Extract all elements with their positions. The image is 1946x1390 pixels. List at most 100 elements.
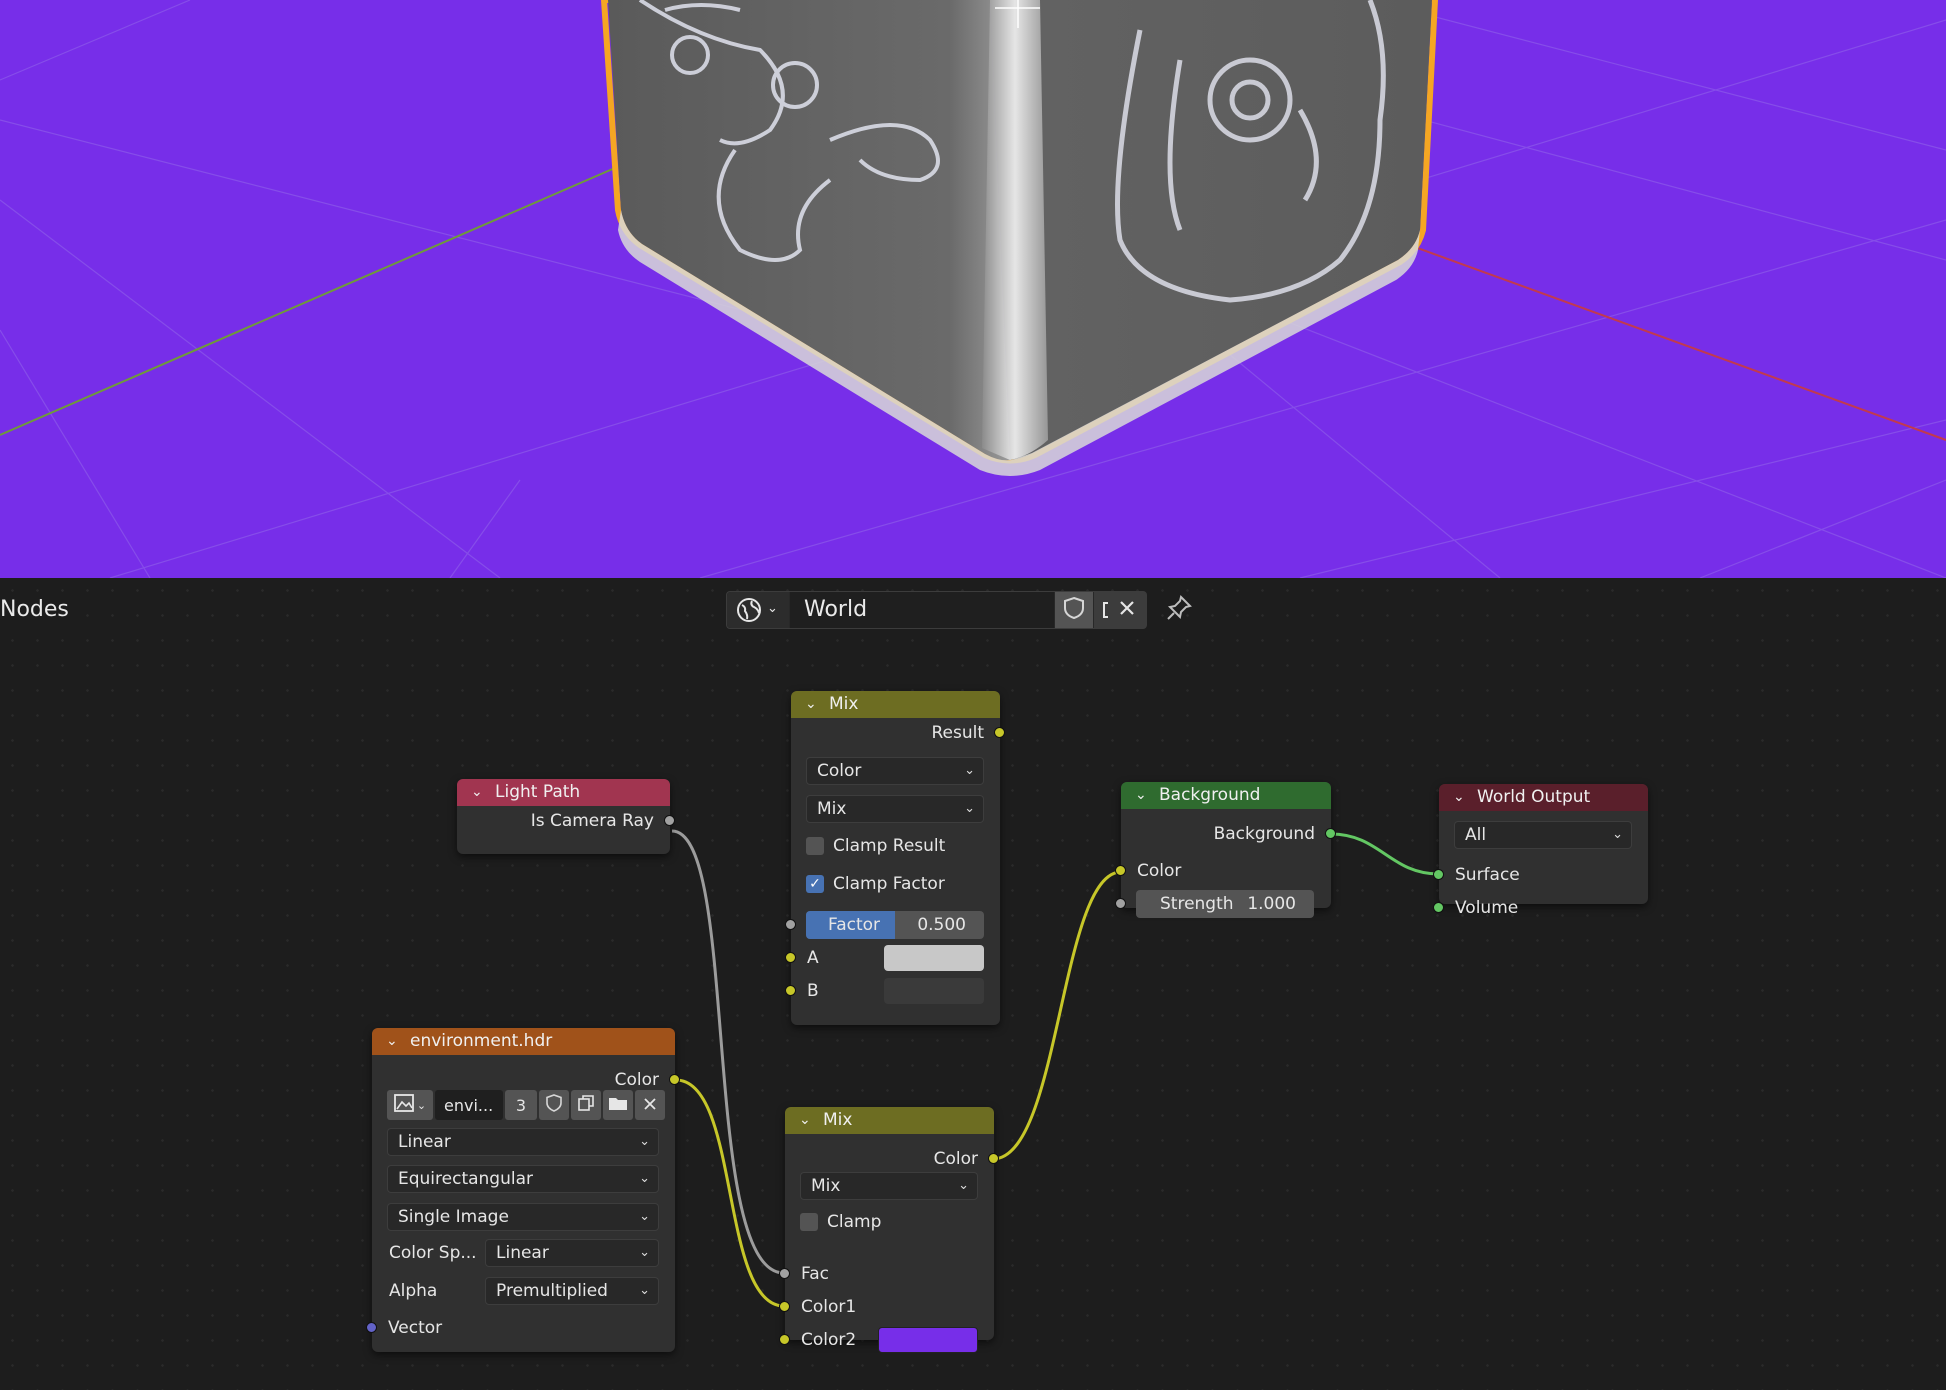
chevron-down-icon: ⌄ [639,1171,650,1186]
image-name-field[interactable]: envi... [435,1090,503,1120]
data-type-value: Color [817,761,862,781]
color-output-socket[interactable] [669,1074,680,1085]
node-editor[interactable]: Nodes ⌄ World ⌄ Light Path Is Camera Ray… [0,578,1946,1390]
world-output-node[interactable]: ⌄ World Output All ⌄ Surface Volume [1433,784,1648,918]
render-target-dropdown[interactable]: All ⌄ [1454,821,1632,849]
duplicate-icon [577,1094,595,1116]
background-node-header[interactable]: ⌄ Background [1121,782,1331,809]
a-color-swatch[interactable] [884,945,984,971]
image-duplicate-button[interactable] [571,1090,601,1120]
blend-mode-dropdown[interactable]: Mix ⌄ [800,1172,978,1200]
collapse-chevron-icon[interactable]: ⌄ [805,691,817,718]
collapse-chevron-icon[interactable]: ⌄ [799,1107,811,1134]
clamp-result-label: Clamp Result [833,836,946,856]
image-icon [393,1094,414,1116]
environment-texture-node[interactable]: ⌄ environment.hdr Color ⌄ envi... 3 Line… [366,1028,680,1352]
background-node[interactable]: ⌄ Background Background Color Strength 1… [1115,782,1336,918]
collapse-chevron-icon[interactable]: ⌄ [1135,782,1147,809]
interpolation-dropdown[interactable]: Linear ⌄ [387,1128,659,1156]
result-output-label: Result [931,723,984,743]
clamp-result-checkbox[interactable] [806,837,824,855]
vector-input-label: Vector [388,1318,443,1338]
clamp-factor-checkbox[interactable]: ✓ [806,875,824,893]
alpha-value: Premultiplied [496,1281,608,1301]
collapse-chevron-icon[interactable]: ⌄ [386,1028,398,1055]
chevron-down-icon: ⌄ [639,1245,650,1260]
environment-texture-node-header[interactable]: ⌄ environment.hdr [372,1028,675,1055]
mix-node-bottom-title: Mix [823,1110,853,1130]
render-target-value: All [1465,825,1487,845]
blend-mode-dropdown[interactable]: Mix ⌄ [806,795,984,823]
strength-field[interactable]: Strength 1.000 [1136,890,1314,918]
alpha-dropdown[interactable]: Premultiplied ⌄ [485,1277,659,1305]
environment-texture-node-title: environment.hdr [410,1031,553,1051]
mix-node-top[interactable]: ⌄ Mix Result Color ⌄ Mix ⌄ Clamp Result ✓ … [785,691,1005,1025]
surface-input-label: Surface [1455,865,1520,885]
world-output-node-header[interactable]: ⌄ World Output [1439,784,1648,811]
projection-value: Equirectangular [398,1169,534,1189]
chevron-down-icon: ⌄ [639,1134,650,1149]
collapse-chevron-icon[interactable]: ⌄ [471,779,483,806]
color-space-value: Linear [496,1243,549,1263]
color2-input-label: Color2 [801,1330,857,1350]
surface-socket[interactable] [1433,869,1444,880]
strength-value: 1.000 [1247,894,1296,914]
color2-swatch[interactable] [878,1327,978,1353]
light-path-node[interactable]: ⌄ Light Path Is Camera Ray [457,779,675,854]
b-color-swatch[interactable] [884,978,984,1004]
image-unlink-button[interactable] [635,1090,665,1120]
strength-socket[interactable] [1115,898,1126,909]
color-output-label: Color [614,1070,659,1090]
clamp-label: Clamp [827,1212,882,1232]
factor-socket[interactable] [785,919,796,930]
factor-slider[interactable]: Factor 0.500 [806,911,984,939]
mix-node-bottom-header[interactable]: ⌄ Mix [785,1107,994,1134]
image-fake-user-button[interactable] [539,1090,569,1120]
chevron-down-icon: ⌄ [416,1098,427,1112]
volume-socket[interactable] [1433,902,1444,913]
projection-dropdown[interactable]: Equirectangular ⌄ [387,1165,659,1193]
color-space-dropdown[interactable]: Linear ⌄ [485,1239,659,1267]
is-camera-ray-socket[interactable] [664,815,675,826]
close-icon [643,1096,657,1115]
image-browse-button[interactable]: ⌄ [387,1090,433,1120]
data-type-dropdown[interactable]: Color ⌄ [806,757,984,785]
color-space-label: Color Sp... [389,1243,477,1263]
color1-socket[interactable] [779,1301,790,1312]
mix-color-output-socket[interactable] [988,1153,999,1164]
background-output-socket[interactable] [1325,828,1336,839]
color2-socket[interactable] [779,1334,790,1345]
vector-socket[interactable] [366,1322,377,1333]
fac-socket[interactable] [779,1268,790,1279]
chevron-down-icon: ⌄ [964,763,975,778]
mix-node-top-header[interactable]: ⌄ Mix [791,691,1000,718]
factor-label: Factor [828,915,881,935]
chevron-down-icon: ⌄ [639,1209,650,1224]
chevron-down-icon: ⌄ [1612,827,1623,842]
b-socket[interactable] [785,985,796,996]
collapse-chevron-icon[interactable]: ⌄ [1453,784,1465,811]
light-path-node-title: Light Path [495,782,581,802]
chevron-down-icon: ⌄ [958,1178,969,1193]
background-node-title: Background [1159,785,1261,805]
light-path-node-header[interactable]: ⌄ Light Path [457,779,670,806]
image-open-button[interactable] [603,1090,633,1120]
interpolation-value: Linear [398,1132,451,1152]
mix-node-bottom[interactable]: ⌄ Mix Color Mix ⌄ Clamp Fac Color1 Color2 [779,1107,999,1353]
color1-input-label: Color1 [801,1297,857,1317]
background-color-socket[interactable] [1115,865,1126,876]
chevron-down-icon: ⌄ [964,801,975,816]
a-socket[interactable] [785,952,796,963]
checkmark-icon: ✓ [809,876,821,892]
a-input-label: A [807,948,819,968]
blend-mode-value: Mix [817,799,847,819]
shield-icon [546,1094,562,1116]
source-dropdown[interactable]: Single Image ⌄ [387,1203,659,1231]
clamp-checkbox[interactable] [800,1213,818,1231]
result-socket[interactable] [994,727,1005,738]
background-output-label: Background [1213,824,1315,844]
clamp-factor-label: Clamp Factor [833,874,945,894]
image-users-count[interactable]: 3 [505,1090,537,1120]
background-color-label: Color [1137,861,1182,881]
3d-viewport[interactable] [0,0,1946,578]
